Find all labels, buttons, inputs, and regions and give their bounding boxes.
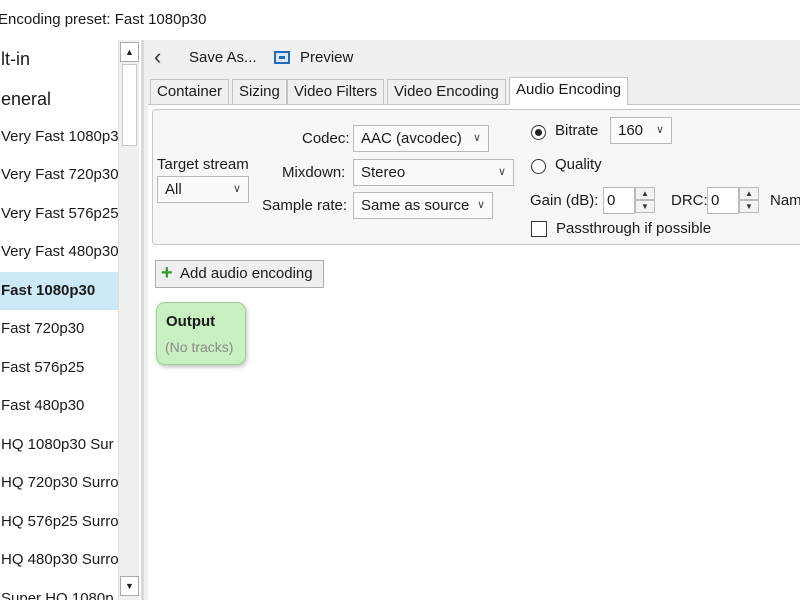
preset-item[interactable]: Very Fast 576p25 xyxy=(0,195,118,233)
quality-radio[interactable] xyxy=(531,159,546,174)
save-as-button[interactable]: Save As... xyxy=(189,49,257,66)
passthrough-label: Passthrough if possible xyxy=(556,220,712,237)
preview-button[interactable]: Preview xyxy=(300,49,353,66)
preset-item[interactable]: Very Fast 720p30 xyxy=(0,156,118,194)
mixdown-value: Stereo xyxy=(361,164,406,181)
target-stream-label: Target stream xyxy=(157,156,249,173)
bitrate-label: Bitrate xyxy=(555,122,599,139)
spin-down-icon[interactable]: ▼ xyxy=(739,200,759,213)
chevron-down-icon: ∨ xyxy=(476,199,485,211)
preset-group-builtin[interactable]: lt-in xyxy=(0,40,118,78)
spin-up-icon[interactable]: ▲ xyxy=(739,187,759,200)
preset-scrollbar[interactable]: ▲ ▼ xyxy=(118,40,139,600)
preset-item[interactable]: Fast 480p30 xyxy=(0,387,118,425)
tab-video-filters[interactable]: Video Filters xyxy=(287,79,385,104)
tab-container[interactable]: Container xyxy=(150,79,230,104)
plus-icon: + xyxy=(161,262,173,284)
spin-up-icon[interactable]: ▲ xyxy=(635,187,655,200)
scroll-thumb[interactable] xyxy=(122,64,137,146)
target-stream-dropdown[interactable]: All ∨ xyxy=(157,176,249,203)
preset-item[interactable]: Fast 576p25 xyxy=(0,349,118,387)
output-title: Output xyxy=(166,313,216,330)
codec-label: Codec: xyxy=(302,130,350,147)
preset-group-general[interactable]: eneral xyxy=(0,80,118,118)
preset-item[interactable]: HQ 1080p30 Sur xyxy=(0,426,118,464)
bitrate-dropdown[interactable]: 160 ∨ xyxy=(610,117,672,144)
tab-sizing[interactable]: Sizing xyxy=(232,79,287,104)
preset-item[interactable]: HQ 720p30 Surro xyxy=(0,464,118,502)
chevron-down-icon: ∨ xyxy=(472,132,481,144)
passthrough-checkbox[interactable] xyxy=(531,221,547,237)
tab-audio-encoding[interactable]: Audio Encoding xyxy=(509,77,629,105)
spin-down-icon[interactable]: ▼ xyxy=(635,200,655,213)
preset-list[interactable]: lt-in eneral Very Fast 1080p3 Very Fast … xyxy=(0,40,118,600)
preset-item-selected[interactable]: Fast 1080p30 xyxy=(0,272,118,310)
chevron-down-icon: ∨ xyxy=(497,166,506,178)
gain-label: Gain (dB): xyxy=(530,192,599,209)
audio-track-settings: Target stream All ∨ Codec: AAC (avcodec)… xyxy=(152,109,800,245)
add-audio-encoding-label: Add audio encoding xyxy=(180,265,313,282)
window-title-text: Encoding preset: Fast 1080p30 xyxy=(0,11,207,28)
preview-icon[interactable] xyxy=(274,51,290,64)
preset-item[interactable]: HQ 480p30 Surro xyxy=(0,541,118,579)
sample-rate-value: Same as source xyxy=(361,197,470,214)
output-subtitle: (No tracks) xyxy=(165,339,234,355)
name-label: Nam xyxy=(770,192,800,209)
sample-rate-dropdown[interactable]: Same as source ∨ xyxy=(353,192,493,219)
mixdown-dropdown[interactable]: Stereo ∨ xyxy=(353,159,514,186)
drc-label: DRC: xyxy=(671,192,708,209)
gain-spinner[interactable]: ▲ ▼ xyxy=(635,187,655,214)
preset-item[interactable]: Fast 720p30 xyxy=(0,310,118,348)
toolbar: ‹ Save As... Preview xyxy=(144,40,800,76)
preset-item[interactable]: Super HQ 1080p xyxy=(0,580,118,600)
gain-value: 0 xyxy=(607,192,616,209)
add-audio-encoding-button[interactable]: + Add audio encoding xyxy=(155,260,324,288)
mixdown-label: Mixdown: xyxy=(282,164,346,181)
drc-input[interactable]: 0 xyxy=(707,187,739,214)
codec-value: AAC (avcodec) xyxy=(361,130,462,147)
preset-item[interactable]: Very Fast 480p30 xyxy=(0,233,118,271)
preset-item[interactable]: Very Fast 1080p3 xyxy=(0,118,118,156)
chevron-down-icon: ∨ xyxy=(232,183,241,195)
scroll-down-icon[interactable]: ▼ xyxy=(120,576,139,596)
back-arrow-icon[interactable]: ‹ xyxy=(154,46,176,70)
bitrate-radio[interactable] xyxy=(531,125,546,140)
target-stream-value: All xyxy=(165,181,182,198)
preset-item[interactable]: HQ 576p25 Surro xyxy=(0,503,118,541)
codec-dropdown[interactable]: AAC (avcodec) ∨ xyxy=(353,125,489,152)
main-panel: ‹ Save As... Preview Container Sizing Vi… xyxy=(141,40,800,600)
audio-encoding-content: Target stream All ∨ Codec: AAC (avcodec)… xyxy=(148,104,800,600)
chevron-down-icon: ∨ xyxy=(655,124,664,136)
output-card[interactable]: Output (No tracks) xyxy=(156,302,246,365)
drc-spinner[interactable]: ▲ ▼ xyxy=(739,187,759,214)
quality-label: Quality xyxy=(555,156,602,173)
window-title: Encoding preset: Fast 1080p30 xyxy=(0,0,800,40)
drc-value: 0 xyxy=(711,192,720,209)
bitrate-value: 160 xyxy=(618,122,644,139)
sample-rate-label: Sample rate: xyxy=(262,197,348,214)
scroll-up-icon[interactable]: ▲ xyxy=(120,42,139,62)
gain-input[interactable]: 0 xyxy=(603,187,635,214)
tab-video-encoding[interactable]: Video Encoding xyxy=(387,79,506,104)
